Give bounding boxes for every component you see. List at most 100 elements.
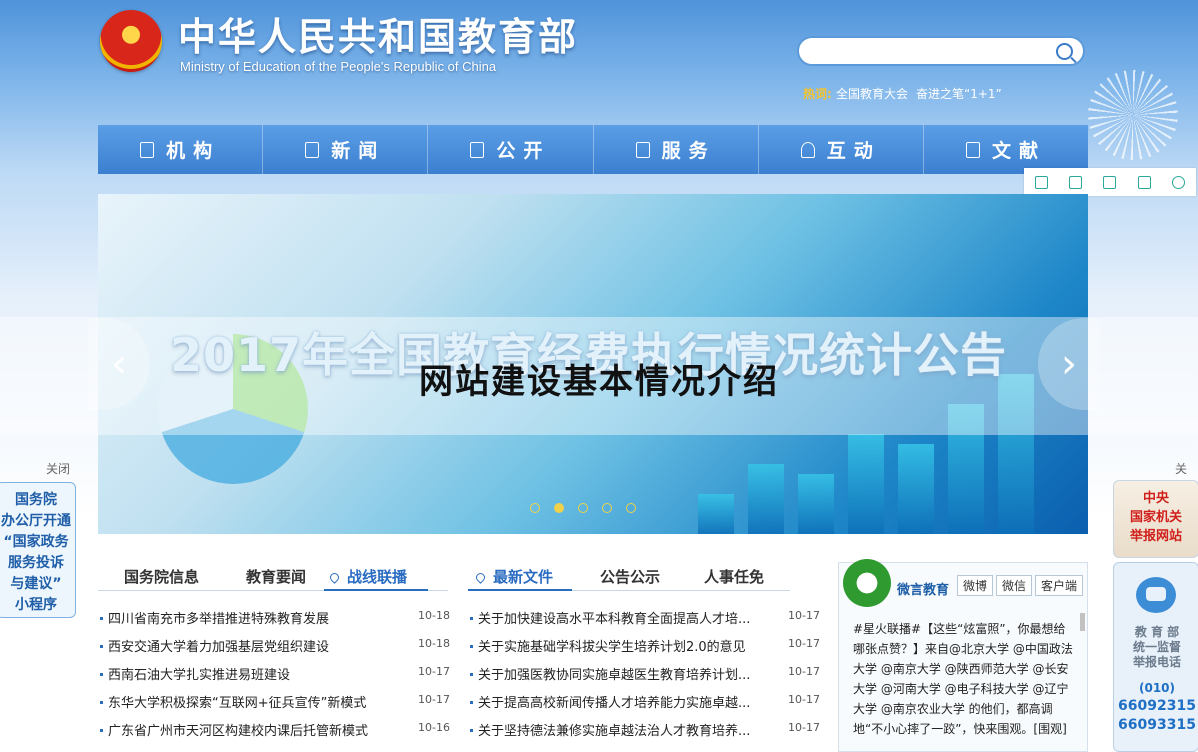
page-toolbar: [1024, 168, 1196, 196]
document-list-item[interactable]: 关于提高高校新闻传播人才培养能力实施卓越... 10-17: [470, 692, 820, 712]
weiyan-logo-icon[interactable]: [843, 559, 891, 607]
tab-latest-documents[interactable]: 最新文件: [474, 566, 554, 587]
settings-icon[interactable]: [1172, 175, 1186, 189]
tab-personnel[interactable]: 人事任免: [704, 566, 764, 587]
heart-icon: [800, 141, 815, 158]
gov-service-miniprogram-panel[interactable]: 国务院 办公厅开通 “国家政务 服务投诉 与建议” 小程序: [0, 482, 76, 618]
lock-icon: [470, 141, 485, 158]
weibo-account-name[interactable]: 微言教育: [897, 579, 949, 598]
tab-client[interactable]: 客户端: [1035, 575, 1084, 596]
nav-item-news[interactable]: 新闻: [263, 125, 429, 174]
hot-word-link[interactable]: 奋进之笔“1+1”: [916, 85, 1002, 102]
panel-line: 服务投诉: [8, 555, 64, 571]
news-title: 西南石油大学扎实推进易班建设: [108, 668, 291, 683]
carousel-dot-active[interactable]: [554, 503, 564, 513]
dandelion-decoration: [1088, 70, 1178, 160]
phone-number: 66093315: [1118, 717, 1196, 733]
carousel-dot[interactable]: [578, 503, 588, 513]
nav-item-interact[interactable]: 互动: [759, 125, 924, 174]
search-icon[interactable]: [1056, 43, 1073, 60]
report-website-panel[interactable]: 中央 国家机关 举报网站: [1113, 480, 1198, 558]
bullet: [100, 645, 103, 648]
org-icon: [140, 141, 155, 158]
close-left-panel-button[interactable]: 关闭: [46, 460, 70, 477]
nav-item-org[interactable]: 机构: [98, 125, 264, 174]
news-title: 广东省广州市天河区构建校内课后托管新模式: [108, 724, 369, 739]
tab-label: 战线联播: [347, 568, 408, 586]
nav-item-public[interactable]: 公开: [428, 125, 594, 174]
nav-item-documents[interactable]: 文献: [924, 125, 1088, 174]
tab-announcements[interactable]: 公告公示: [600, 566, 660, 587]
news-list-item[interactable]: 东华大学积极探索“互联网+征兵宣传”新模式 10-17: [100, 692, 450, 712]
search-input[interactable]: [811, 41, 1055, 63]
site-title[interactable]: 中华人民共和国教育部: [178, 6, 578, 61]
document-title: 关于加强医教协同实施卓越医生教育培养计划...: [478, 668, 751, 683]
mobile-icon[interactable]: [1034, 175, 1048, 189]
nav-item-label: 新闻: [331, 140, 386, 162]
document-title: 关于加快建设高水平本科教育全面提高人才培...: [478, 612, 751, 627]
document-list-item[interactable]: 关于加快建设高水平本科教育全面提高人才培... 10-17: [470, 608, 820, 628]
pin-icon: [474, 571, 487, 584]
panel-line: 小程序: [15, 597, 57, 613]
bullet: [470, 617, 473, 620]
tab-state-council-info[interactable]: 国务院信息: [124, 566, 199, 587]
news-date: 10-16: [418, 721, 450, 734]
site-subtitle: Ministry of Education of the People's Re…: [180, 59, 497, 74]
active-tab-underline: [324, 589, 428, 591]
tab-education-news[interactable]: 教育要闻: [246, 566, 306, 587]
nav-item-label: 文献: [991, 140, 1046, 162]
panel-line: 统一监督: [1132, 640, 1181, 654]
social-tabs: 微博 微信 客户端: [957, 575, 1084, 596]
news-list-item[interactable]: 广东省广州市天河区构建校内课后托管新模式 10-16: [100, 720, 450, 740]
social-media-panel: 微言教育 微博 微信 客户端 #星火联播#【这些“炫富照”，你最想给哪张点赞？】…: [838, 559, 1088, 752]
tab-frontline-broadcast[interactable]: 战线联播: [328, 566, 408, 587]
phone-number: 66092315: [1118, 698, 1196, 714]
bullet: [470, 673, 473, 676]
search-box: [797, 36, 1085, 66]
pin-icon: [328, 571, 341, 584]
carousel-dot[interactable]: [626, 503, 636, 513]
fullscreen-icon[interactable]: [1069, 175, 1083, 189]
news-title: 东华大学积极探索“互联网+征兵宣传”新模式: [108, 696, 367, 711]
phone-icon: [1136, 577, 1176, 613]
bullet: [470, 729, 473, 732]
document-list-item[interactable]: 关于实施基础学科拔尖学生培养计划2.0的意见 10-17: [470, 636, 820, 656]
panel-line: 教 育 部: [1134, 625, 1180, 639]
panel-line: 与建议”: [10, 576, 62, 592]
bullet: [470, 701, 473, 704]
bullet: [100, 729, 103, 732]
news-list-item[interactable]: 西南石油大学扎实推进易班建设 10-17: [100, 664, 450, 684]
document-title: 关于实施基础学科拔尖学生培养计划2.0的意见: [478, 640, 746, 655]
hot-word-link[interactable]: 全国教育大会: [836, 85, 908, 102]
panel-line: 举报电话: [1132, 655, 1181, 669]
tab-label: 最新文件: [493, 568, 554, 586]
carousel-dot[interactable]: [530, 503, 540, 513]
share-icon[interactable]: [1137, 175, 1151, 189]
nav-item-label: 公开: [496, 140, 551, 162]
hot-words-label: 热词:: [803, 87, 832, 101]
panel-line: 举报网站: [1129, 529, 1182, 544]
news-list-item[interactable]: 西安交通大学着力加强基层党组织建设 10-18: [100, 636, 450, 656]
carousel-dot[interactable]: [602, 503, 612, 513]
document-title: 关于坚持德法兼修实施卓越法治人才教育培养...: [478, 724, 751, 739]
document-title: 关于提高高校新闻传播人才培养能力实施卓越...: [478, 696, 751, 711]
nav-item-label: 互动: [826, 140, 881, 162]
nav-item-label: 服务: [661, 140, 716, 162]
document-date: 10-17: [788, 665, 820, 678]
tab-weibo[interactable]: 微博: [957, 575, 994, 596]
bullet: [100, 617, 103, 620]
document-list-item[interactable]: 关于坚持德法兼修实施卓越法治人才教育培养... 10-17: [470, 720, 820, 740]
news-list-item[interactable]: 四川省南充市多举措推进特殊教育发展 10-18: [100, 608, 450, 628]
carousel-dots: [530, 503, 636, 513]
main-nav: 机构 新闻 公开 服务 互动 文献: [98, 125, 1088, 174]
report-hotline-panel[interactable]: 教 育 部 统一监督 举报电话 (010) 66092315 66093315: [1113, 562, 1198, 752]
document-list-item[interactable]: 关于加强医教协同实施卓越医生教育培养计划... 10-17: [470, 664, 820, 684]
news-date: 10-17: [418, 693, 450, 706]
news-date: 10-18: [418, 637, 450, 650]
service-icon: [635, 141, 650, 158]
scrollbar-thumb[interactable]: [1080, 613, 1085, 631]
tab-wechat[interactable]: 微信: [996, 575, 1033, 596]
news-title: 西安交通大学着力加强基层党组织建设: [108, 640, 330, 655]
nav-item-service[interactable]: 服务: [594, 125, 759, 174]
save-icon[interactable]: [1103, 175, 1117, 189]
